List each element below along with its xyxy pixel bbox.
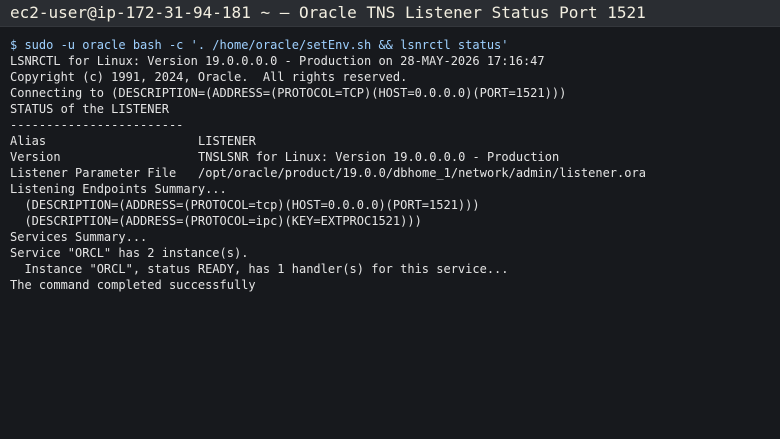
banner-line-separator: ------------------------ [10,118,184,132]
field-row-alias: Alias LISTENER [10,133,774,149]
field-row-version: Version TNSLSNR for Linux: Version 19.0.0… [10,149,774,165]
banner-line-status-heading: STATUS of the LISTENER [10,102,169,116]
title-bar[interactable]: ec2-user@ip-172-31-94-181 ~ — Oracle TNS… [0,0,780,27]
field-key-parameter-file: Listener Parameter File [10,166,177,180]
service-orcl: Service "ORCL" has 2 instance(s). [10,246,249,260]
field-key-alias: Alias [10,134,47,148]
field-value-alias: LISTENER [198,134,256,148]
banner-line-connecting: Connecting to (DESCRIPTION=(ADDRESS=(PRO… [10,86,567,100]
terminal-window: ec2-user@ip-172-31-94-181 ~ — Oracle TNS… [0,0,780,439]
endpoints-summary-heading: Listening Endpoints Summary... [10,182,227,196]
completion-message: The command completed successfully [10,278,256,292]
endpoint-ipc: (DESCRIPTION=(ADDRESS=(PROTOCOL=ipc)(KEY… [10,214,422,228]
window-title: ec2-user@ip-172-31-94-181 ~ — Oracle TNS… [10,3,646,22]
command-line: $ sudo -u oracle bash -c '. /home/oracle… [10,38,509,52]
field-key-version: Version [10,150,61,164]
banner-line-copyright: Copyright (c) 1991, 2024, Oracle. All ri… [10,70,408,84]
field-row-parameter-file: Listener Parameter File/opt/oracle/produ… [10,165,774,181]
instance-orcl: Instance "ORCL", status READY, has 1 han… [10,262,509,276]
terminal-output[interactable]: $ sudo -u oracle bash -c '. /home/oracle… [10,37,774,293]
services-summary-heading: Services Summary... [10,230,148,244]
endpoint-tcp: (DESCRIPTION=(ADDRESS=(PROTOCOL=tcp)(HOS… [10,198,480,212]
banner-line-version: LSNRCTL for Linux: Version 19.0.0.0.0 - … [10,54,545,68]
field-value-parameter-file: /opt/oracle/product/19.0.0/dbhome_1/netw… [198,166,646,180]
field-value-version: TNSLSNR for Linux: Version 19.0.0.0.0 - … [198,150,560,164]
